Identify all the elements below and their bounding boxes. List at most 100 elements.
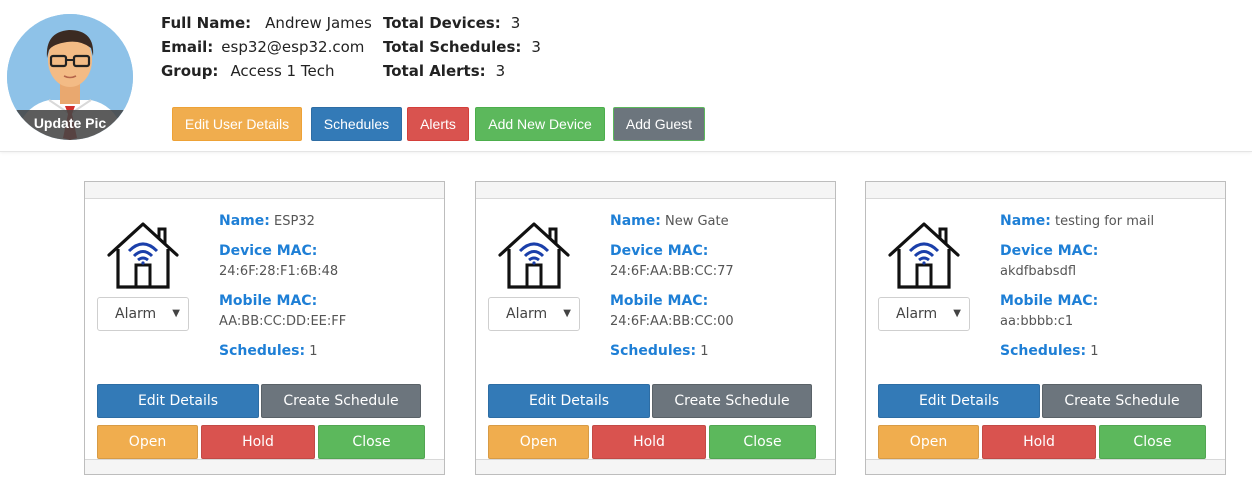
create-schedule-button[interactable]: Create Schedule [261,384,421,418]
total-alerts-value: 3 [495,62,506,80]
device-name-row: Name: ESP32 [219,213,315,229]
device-mac-label: Device MAC: [219,243,318,259]
group-value: Access 1 Tech [230,62,335,80]
total-alerts-label: Total Alerts: [383,62,486,80]
total-schedules-value: 3 [531,38,541,56]
open-button[interactable]: Open [488,425,589,459]
hold-button[interactable]: Hold [201,425,315,459]
full-name-value: Andrew James [265,14,372,32]
user-stats: Total Devices: 3 Total Schedules: 3 Total … [383,11,541,83]
device-mac-value: akdfbabsdfl [1000,264,1077,279]
mobile-mac-label: Mobile MAC: [219,293,318,309]
create-schedule-button[interactable]: Create Schedule [1042,384,1202,418]
add-guest-button[interactable]: Add Guest [613,107,705,141]
mode-select-value: Alarm [506,306,548,322]
email-label: Email: [161,38,214,56]
edit-user-details-button[interactable]: Edit User Details [172,107,302,141]
device-name-row: Name: New Gate [610,213,729,229]
caret-down-icon: ▼ [563,308,571,319]
mobile-mac-label-row: Mobile MAC: [1000,293,1098,309]
schedules-label: Schedules: [1000,343,1087,359]
close-button[interactable]: Close [709,425,816,459]
device-mac-value: 24:6F:28:F1:6B:48 [219,264,339,279]
total-schedules-label: Total Schedules: [383,38,522,56]
full-name-row: Full Name: Andrew James [161,11,372,35]
caret-down-icon: ▼ [172,308,180,319]
device-mac-label-row: Device MAC: [219,243,317,259]
total-schedules-row: Total Schedules: 3 [383,35,541,59]
caret-down-icon: ▼ [953,308,961,319]
mode-select[interactable]: Alarm ▼ [878,297,970,331]
device-mac-label-row: Device MAC: [1000,243,1098,259]
mode-select[interactable]: Alarm ▼ [488,297,580,331]
close-button[interactable]: Close [318,425,425,459]
device-card: Alarm ▼ Name: New Gate Device MAC: 24:6F… [475,181,836,475]
schedules-row: Schedules: 1 [610,343,708,359]
card-footer [85,459,444,474]
card-footer [476,459,835,474]
edit-details-button[interactable]: Edit Details [878,384,1040,418]
device-mac-value: 24:6F:AA:BB:CC:77 [610,264,734,279]
schedules-count: 1 [309,344,318,359]
email-value: esp32@esp32.com [221,38,365,56]
schedules-count: 1 [700,344,709,359]
card-footer [866,459,1225,474]
hold-button[interactable]: Hold [592,425,706,459]
name-label: Name: [219,213,270,229]
group-row: Group: Access 1 Tech [161,59,372,83]
device-mac-label: Device MAC: [1000,243,1099,259]
mobile-mac-value: 24:6F:AA:BB:CC:00 [610,314,734,329]
mobile-mac-value: aa:bbbb:c1 [1000,314,1074,329]
smart-home-wifi-icon [498,222,570,289]
device-name: New Gate [665,214,729,229]
group-label: Group: [161,62,219,80]
hold-button[interactable]: Hold [982,425,1096,459]
smart-home-wifi-icon [888,222,960,289]
device-name: ESP32 [274,214,315,229]
total-alerts-row: Total Alerts: 3 [383,59,541,83]
edit-details-button[interactable]: Edit Details [488,384,650,418]
schedules-row: Schedules: 1 [219,343,317,359]
total-devices-value: 3 [510,14,521,32]
email-row: Email: esp32@esp32.com [161,35,372,59]
total-devices-label: Total Devices: [383,14,501,32]
mobile-mac-label-row: Mobile MAC: [219,293,317,309]
user-header: Update Pic Full Name: Andrew James Email:… [0,0,1252,152]
device-name-row: Name: testing for mail [1000,213,1154,229]
device-mac-label: Device MAC: [610,243,709,259]
user-info: Full Name: Andrew James Email: esp32@esp32… [161,11,372,83]
create-schedule-button[interactable]: Create Schedule [652,384,812,418]
card-header [476,182,835,199]
mobile-mac-label-row: Mobile MAC: [610,293,708,309]
mobile-mac-label: Mobile MAC: [610,293,709,309]
device-name: testing for mail [1055,214,1155,229]
device-card: Alarm ▼ Name: ESP32 Device MAC: 24:6F:28… [84,181,445,475]
schedules-count: 1 [1090,344,1099,359]
total-devices-row: Total Devices: 3 [383,11,541,35]
alerts-button[interactable]: Alerts [407,107,469,141]
mobile-mac-value: AA:BB:CC:DD:EE:FF [219,314,347,329]
mode-select[interactable]: Alarm ▼ [97,297,189,331]
update-pic-button[interactable]: Update Pic [7,110,133,140]
smart-home-wifi-icon [107,222,179,289]
name-label: Name: [1000,213,1051,229]
edit-details-button[interactable]: Edit Details [97,384,259,418]
open-button[interactable]: Open [97,425,198,459]
avatar[interactable]: Update Pic [7,14,133,140]
open-button[interactable]: Open [878,425,979,459]
schedules-label: Schedules: [610,343,697,359]
full-name-label: Full Name: [161,14,252,32]
schedules-button[interactable]: Schedules [311,107,402,141]
name-label: Name: [610,213,661,229]
device-mac-label-row: Device MAC: [610,243,708,259]
mode-select-value: Alarm [896,306,938,322]
card-header [866,182,1225,199]
add-new-device-button[interactable]: Add New Device [475,107,605,141]
mobile-mac-label: Mobile MAC: [1000,293,1099,309]
device-card: Alarm ▼ Name: testing for mail Device MA… [865,181,1226,475]
mode-select-value: Alarm [115,306,157,322]
close-button[interactable]: Close [1099,425,1206,459]
card-header [85,182,444,199]
schedules-row: Schedules: 1 [1000,343,1098,359]
schedules-label: Schedules: [219,343,306,359]
